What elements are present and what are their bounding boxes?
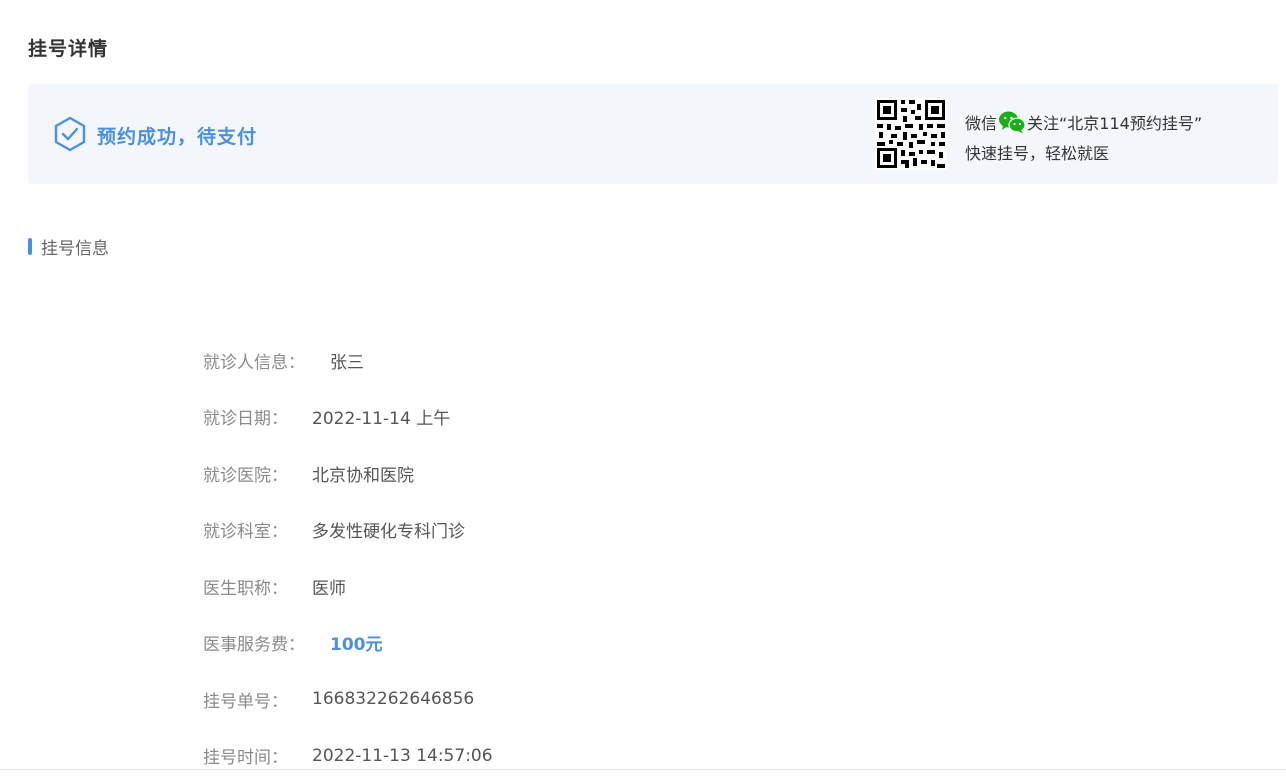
doctor-title: 医师 xyxy=(312,574,346,599)
shield-check-icon xyxy=(53,116,87,152)
info-label: 就诊日期： xyxy=(203,404,312,429)
visit-date: 2022-11-14 上午 xyxy=(312,404,450,429)
info-row-department: 就诊科室： 多发性硬化专科门诊 xyxy=(203,502,493,559)
info-label: 医生职称： xyxy=(203,574,312,599)
order-number: 166832262646856 xyxy=(312,689,474,709)
department-name: 多发性硬化专科门诊 xyxy=(312,517,465,542)
info-row-patient: 就诊人信息： 张三 xyxy=(203,332,493,389)
page-title: 挂号详情 xyxy=(28,34,108,61)
info-label: 挂号时间： xyxy=(203,743,312,768)
info-row-time: 挂号时间： 2022-11-13 14:57:06 xyxy=(203,728,493,784)
hospital-name: 北京协和医院 xyxy=(312,461,414,486)
wechat-slogan: 快速挂号，轻松就医 xyxy=(965,140,1109,164)
registration-info-list: 就诊人信息： 张三 就诊日期： 2022-11-14 上午 就诊医院： 北京协和… xyxy=(203,332,493,784)
info-row-order-no: 挂号单号： 166832262646856 xyxy=(203,671,493,728)
section-title: 挂号信息 xyxy=(41,234,109,259)
wechat-label: 微信 xyxy=(965,110,997,134)
info-label: 就诊科室： xyxy=(203,517,312,542)
registration-time: 2022-11-13 14:57:06 xyxy=(312,746,493,766)
wechat-icon xyxy=(998,110,1026,134)
info-row-fee: 医事服务费： 100元 xyxy=(203,615,493,672)
info-label: 挂号单号： xyxy=(203,687,312,712)
qr-code-icon xyxy=(875,98,947,170)
info-label: 就诊医院： xyxy=(203,461,312,486)
info-row-date: 就诊日期： 2022-11-14 上午 xyxy=(203,389,493,446)
info-label: 就诊人信息： xyxy=(203,348,312,373)
divider xyxy=(0,769,1286,770)
section-header: 挂号信息 xyxy=(28,234,109,259)
wechat-follow-text: 关注“北京114预约挂号” xyxy=(1027,110,1202,134)
info-label: 医事服务费： xyxy=(203,630,312,655)
status-text: 预约成功，待支付 xyxy=(97,122,257,149)
section-accent-bar xyxy=(28,238,32,255)
status-banner: 预约成功，待支付 微信 xyxy=(28,84,1278,184)
service-fee: 100元 xyxy=(330,630,383,655)
patient-name: 张三 xyxy=(330,348,364,373)
wechat-follow-line: 微信 关注“北京114预约挂号” xyxy=(965,110,1202,134)
info-row-hospital: 就诊医院： 北京协和医院 xyxy=(203,445,493,502)
info-row-doctor-title: 医生职称： 医师 xyxy=(203,558,493,615)
